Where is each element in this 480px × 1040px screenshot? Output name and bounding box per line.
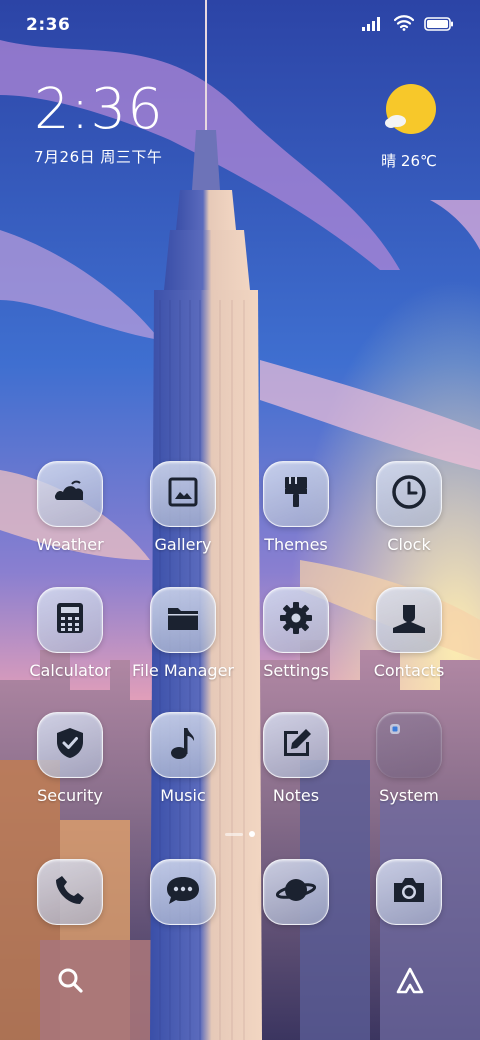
gear-icon: [278, 600, 314, 640]
app-tile[interactable]: [376, 461, 442, 527]
assistant-button[interactable]: [395, 966, 425, 996]
app-label: Notes: [272, 786, 320, 805]
app-clock[interactable]: Clock: [354, 461, 464, 571]
folder-icon: [166, 604, 200, 636]
app-tile[interactable]: [150, 859, 216, 925]
app-tile[interactable]: [37, 461, 103, 527]
app-tile[interactable]: [263, 712, 329, 778]
app-tile[interactable]: [37, 712, 103, 778]
app-label: Clock: [387, 535, 431, 554]
app-label: File Manager: [132, 661, 234, 680]
dock-camera[interactable]: [354, 859, 464, 969]
app-label: Security: [37, 786, 103, 805]
app-label: Music: [160, 786, 206, 805]
widget-time: 2:36: [34, 77, 164, 142]
image-icon: [167, 476, 199, 512]
app-tile[interactable]: [37, 859, 103, 925]
app-security[interactable]: Security: [15, 712, 125, 822]
camera-icon: [391, 875, 427, 909]
app-tile[interactable]: [150, 712, 216, 778]
assistant-icon: [395, 967, 425, 1000]
battery-icon: [424, 16, 454, 35]
app-calculator[interactable]: Calculator: [15, 587, 125, 697]
chat-bubble-icon: [165, 874, 201, 910]
app-label: Gallery: [154, 535, 212, 554]
app-tile[interactable]: [263, 587, 329, 653]
signal-icon: [362, 16, 384, 35]
app-tile[interactable]: [150, 461, 216, 527]
app-label: Contacts: [373, 661, 445, 680]
page-dot-active[interactable]: [249, 831, 255, 837]
music-note-icon: [169, 725, 197, 765]
app-settings[interactable]: Settings: [241, 587, 351, 697]
shield-check-icon: [55, 726, 85, 764]
status-time: 2:36: [26, 15, 71, 35]
weather-widget[interactable]: 晴 26℃: [374, 84, 444, 171]
cloud-icon: [54, 478, 86, 510]
search-icon: [56, 968, 86, 1000]
app-label: Themes: [264, 535, 328, 554]
app-system-folder[interactable]: System: [354, 712, 464, 822]
app-tile[interactable]: [150, 587, 216, 653]
clock-icon: [391, 474, 427, 514]
app-contacts[interactable]: Contacts: [354, 587, 464, 697]
planet-icon: [275, 874, 317, 910]
app-tile[interactable]: [263, 859, 329, 925]
dock-browser[interactable]: [241, 859, 351, 969]
app-label: Calculator: [29, 661, 111, 680]
app-weather[interactable]: Weather: [15, 461, 125, 571]
app-label: Weather: [36, 535, 104, 554]
app-tile[interactable]: [263, 461, 329, 527]
widget-date: 7月26日 周三下午: [34, 148, 163, 166]
app-notes[interactable]: Notes: [241, 712, 351, 822]
app-tile[interactable]: [376, 587, 442, 653]
page-dot-inactive[interactable]: [225, 832, 243, 836]
phone-icon: [54, 874, 86, 910]
status-icons: [362, 15, 454, 35]
app-tile[interactable]: [376, 859, 442, 925]
app-file-manager[interactable]: File Manager: [128, 587, 238, 697]
status-bar: 2:36: [0, 0, 480, 50]
dock-phone[interactable]: [15, 859, 125, 969]
search-button[interactable]: [56, 966, 86, 996]
app-tile[interactable]: [37, 587, 103, 653]
app-gallery[interactable]: Gallery: [128, 461, 238, 571]
clock-widget[interactable]: 2:36 7月26日 周三下午: [34, 78, 164, 167]
person-icon: [392, 601, 426, 639]
dock-messages[interactable]: [128, 859, 238, 969]
paintbrush-icon: [281, 475, 311, 513]
app-label: System: [379, 786, 439, 805]
sun-cloud-icon: [381, 84, 437, 140]
app-label: Settings: [263, 661, 329, 680]
folder-group-icon: [386, 720, 432, 770]
app-themes[interactable]: Themes: [241, 461, 351, 571]
wifi-icon: [393, 15, 415, 35]
pencil-square-icon: [279, 726, 313, 764]
calculator-icon: [56, 602, 84, 638]
folder-tile[interactable]: [376, 712, 442, 778]
page-indicator[interactable]: [0, 831, 480, 837]
weather-text: 晴 26℃: [381, 152, 437, 170]
app-music[interactable]: Music: [128, 712, 238, 822]
